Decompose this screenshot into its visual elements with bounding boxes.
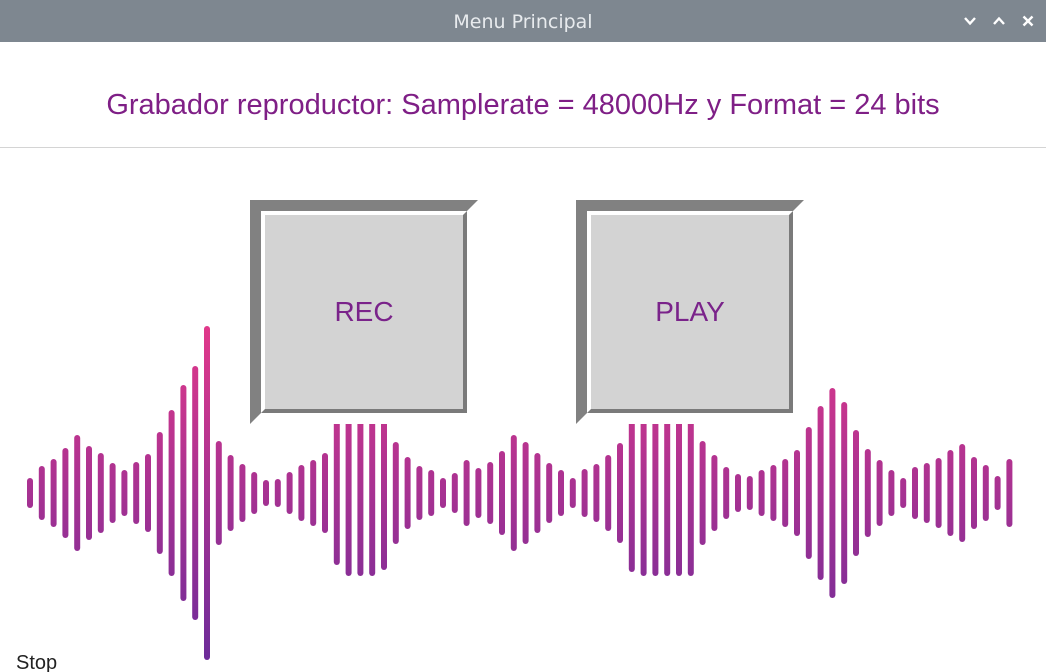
chevron-down-icon xyxy=(964,17,976,26)
window-titlebar: Menu Principal xyxy=(0,0,1046,42)
partial-stop-label: Stop xyxy=(16,654,58,672)
rec-button-label: REC xyxy=(334,296,394,327)
minimize-button[interactable] xyxy=(959,10,981,32)
play-button-label: PLAY xyxy=(655,296,725,327)
play-button[interactable]: PLAY xyxy=(576,200,804,424)
maximize-button[interactable] xyxy=(988,10,1010,32)
close-icon xyxy=(1022,15,1034,27)
header-title: Grabador reproductor: Samplerate = 48000… xyxy=(106,89,940,121)
rec-button[interactable]: REC xyxy=(250,200,478,424)
close-button[interactable] xyxy=(1017,10,1039,32)
chevron-up-icon xyxy=(993,16,1005,25)
window-title: Menu Principal xyxy=(453,11,593,33)
partial-stop-button[interactable]: Stop xyxy=(16,654,96,672)
sound-wave-image xyxy=(27,326,1013,660)
header-panel: Grabador reproductor: Samplerate = 48000… xyxy=(0,42,1046,148)
